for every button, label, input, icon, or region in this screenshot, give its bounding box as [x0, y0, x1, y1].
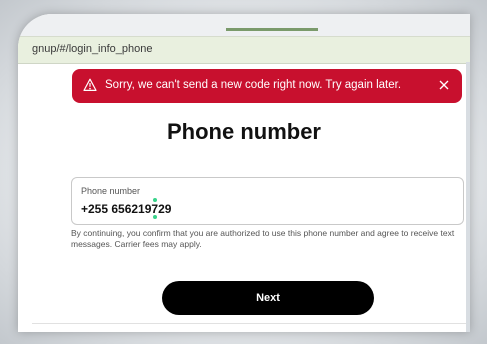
selection-handle-bottom[interactable]: [153, 215, 157, 219]
disclaimer-text: By continuing, you confirm that you are …: [71, 228, 455, 249]
warning-icon: [83, 78, 97, 91]
tab-strip: [18, 14, 470, 36]
alert-message: Sorry, we can't send a new code right no…: [105, 79, 402, 91]
url-text[interactable]: gnup/#/login_info_phone: [32, 43, 153, 55]
phone-number-input[interactable]: +255 656219729: [81, 202, 171, 216]
browser-window: gnup/#/login_info_phone Sorry, we can't …: [18, 14, 470, 332]
address-bar[interactable]: gnup/#/login_info_phone: [18, 36, 470, 64]
active-tab-indicator[interactable]: [226, 28, 318, 31]
next-button[interactable]: Next: [162, 281, 374, 315]
error-alert: Sorry, we can't send a new code right no…: [72, 69, 462, 103]
close-icon[interactable]: [436, 77, 452, 93]
page-scroll-edge: [466, 62, 470, 332]
phone-field-label: Phone number: [81, 186, 141, 196]
selection-handle-top[interactable]: [153, 198, 157, 202]
page-title: Phone number: [166, 119, 321, 144]
phone-number-field[interactable]: Phone number +255 656219729: [71, 177, 464, 225]
footer-divider: [32, 323, 466, 324]
